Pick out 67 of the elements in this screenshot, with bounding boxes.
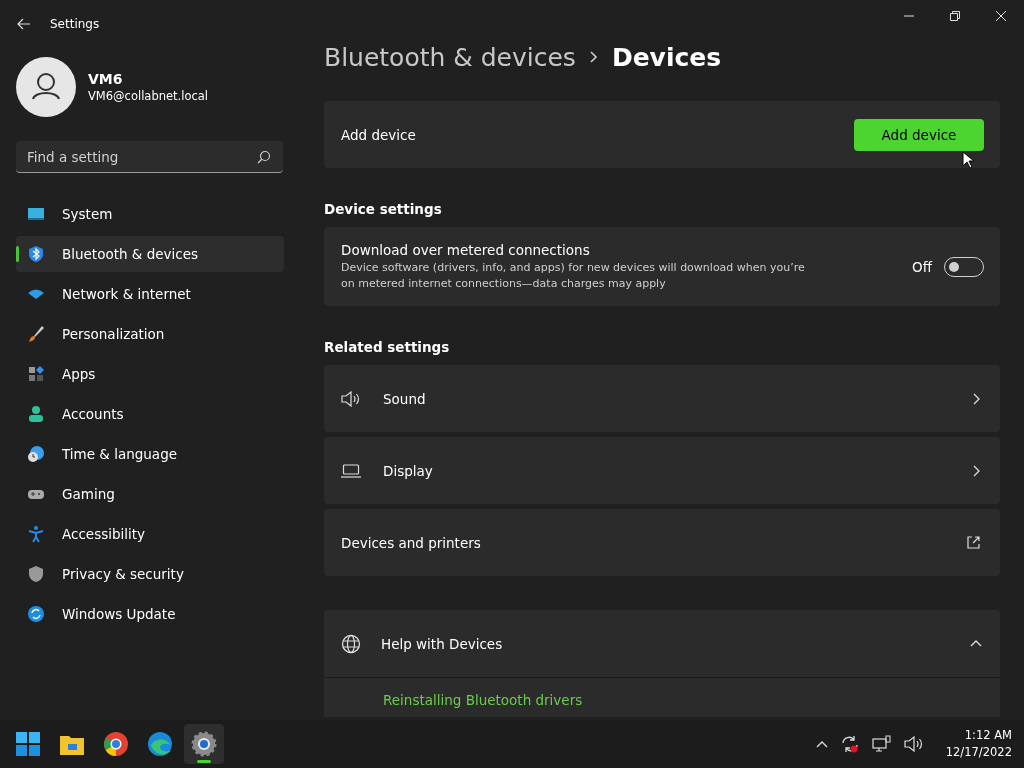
sync-icon[interactable] xyxy=(839,734,860,754)
sidebar-item[interactable]: Accessibility xyxy=(16,516,284,552)
network-icon[interactable] xyxy=(871,735,892,753)
bluetooth-icon xyxy=(27,245,45,263)
accounts-icon xyxy=(27,405,45,423)
clock-date[interactable]: 12/17/2022 xyxy=(945,744,1012,761)
search-field[interactable]: Find a setting xyxy=(16,141,283,173)
back-icon[interactable] xyxy=(17,18,31,30)
time-icon xyxy=(27,445,45,463)
globe-icon xyxy=(341,633,361,654)
sidebar-item[interactable]: Network & internet xyxy=(16,276,284,312)
brush-icon xyxy=(27,325,45,343)
chevron-icon xyxy=(973,392,980,405)
restore-icon[interactable] xyxy=(950,11,960,21)
sidebar-item[interactable]: Privacy & security xyxy=(16,556,284,592)
user-email: VM6@collabnet.local xyxy=(88,89,209,103)
help-section-header[interactable]: Help with Devices xyxy=(324,610,1000,677)
setting-title: Download over metered connections xyxy=(341,241,591,258)
help-link[interactable]: Reinstalling Bluetooth drivers xyxy=(383,692,583,708)
laptop-icon xyxy=(341,463,361,478)
settings-icon xyxy=(191,731,217,757)
system-icon xyxy=(27,205,45,223)
speaker-icon xyxy=(341,390,361,407)
avatar-icon xyxy=(16,57,76,117)
clock-time[interactable]: 1:12 AM xyxy=(964,727,1012,744)
sidebar-item[interactable]: Accounts xyxy=(16,396,284,432)
search-icon[interactable] xyxy=(257,150,271,164)
taskbar-settings-button[interactable] xyxy=(184,724,224,764)
related-setting-item[interactable]: Display xyxy=(324,437,1000,504)
sidebar-item[interactable]: Gaming xyxy=(16,476,284,512)
sidebar-item[interactable]: Bluetooth & devices xyxy=(16,236,284,272)
mouse-cursor-icon xyxy=(962,151,974,169)
chrome-icon xyxy=(103,731,129,757)
update-icon xyxy=(27,605,45,623)
chevron-up-icon[interactable] xyxy=(815,740,828,748)
window-title: Settings xyxy=(50,17,100,31)
sidebar-item[interactable]: Time & language xyxy=(16,436,284,472)
sidebar-item[interactable]: Apps xyxy=(16,356,284,392)
breadcrumb-link[interactable]: Bluetooth & devices xyxy=(324,42,576,72)
related-setting-label: Devices and printers xyxy=(341,534,482,551)
setting-label: Add device xyxy=(341,126,416,143)
privacy-icon xyxy=(27,565,45,583)
setting-description: Device software (drivers, info, and apps) for new devices will download when you’re on metered internet connections—data charges may apply xyxy=(341,259,806,292)
external-link-icon xyxy=(967,536,980,549)
section-heading: Device settings xyxy=(324,201,443,217)
chevron-icon xyxy=(970,640,982,647)
section-heading: Related settings xyxy=(324,339,451,355)
user-name: VM6 xyxy=(88,71,124,87)
apps-icon xyxy=(27,365,45,383)
related-setting-label: Sound xyxy=(383,390,427,407)
page-title: Devices xyxy=(611,42,722,72)
chevron-icon xyxy=(973,464,980,477)
help-title: Help with Devices xyxy=(381,635,504,652)
sidebar-item[interactable]: Windows Update xyxy=(16,596,284,632)
accessibility-icon xyxy=(27,525,45,543)
related-setting-item[interactable]: Sound xyxy=(324,365,1000,432)
sidebar-item[interactable]: System xyxy=(16,196,284,232)
sidebar-item[interactable]: Personalization xyxy=(16,316,284,352)
related-setting-label: Display xyxy=(383,462,434,479)
close-icon[interactable] xyxy=(996,11,1006,21)
edge-icon xyxy=(147,731,173,757)
related-setting-item[interactable]: Devices and printers xyxy=(324,509,1000,576)
volume-icon[interactable] xyxy=(903,736,924,752)
add-device-button[interactable]: Add device xyxy=(854,118,984,151)
start-icon xyxy=(15,731,41,757)
toggle-state-label: Off xyxy=(912,258,932,275)
chevron-icon xyxy=(589,51,598,63)
